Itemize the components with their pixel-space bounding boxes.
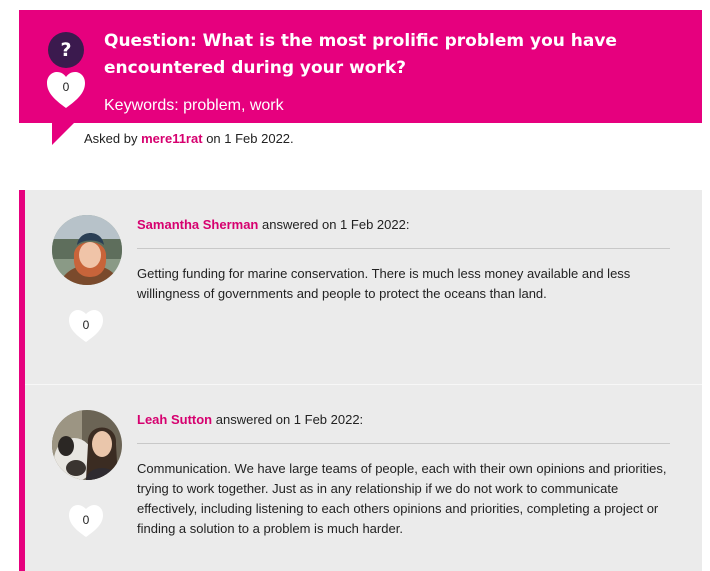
question-mark-icon: ? [48, 32, 84, 68]
answer-header: Leah Sutton answered on 1 Feb 2022: [137, 412, 364, 427]
question-like-button[interactable]: 0 [45, 70, 87, 110]
answer-header: Samantha Sherman answered on 1 Feb 2022: [137, 217, 410, 232]
asker-link[interactable]: mere11rat [141, 131, 202, 146]
answer-text: Communication. We have large teams of pe… [137, 461, 667, 536]
answerer-link[interactable]: Samantha Sherman [137, 217, 258, 232]
question-box: ? 0 Question: What is the most prolific … [19, 10, 702, 123]
answer-item: 0 Leah Sutton answered on 1 Feb 2022: Co… [25, 384, 702, 571]
question-tail [52, 123, 74, 145]
question-title: Question: What is the most prolific prob… [104, 31, 617, 78]
question-keywords: Keywords: problem, work [104, 97, 284, 114]
answerer-link[interactable]: Leah Sutton [137, 412, 212, 427]
asked-by-line: Asked by mere11rat on 1 Feb 2022. [84, 131, 294, 146]
answer-item: 0 Samantha Sherman answered on 1 Feb 202… [25, 190, 702, 384]
avatar[interactable] [52, 410, 122, 480]
answer-like-button[interactable]: 0 [67, 308, 105, 344]
answer-like-count: 0 [82, 513, 90, 527]
answer-like-button[interactable]: 0 [67, 503, 105, 539]
answer-text: Getting funding for marine conservation.… [137, 266, 631, 301]
answers-list: 0 Samantha Sherman answered on 1 Feb 202… [19, 190, 702, 571]
answer-like-count: 0 [82, 318, 90, 332]
avatar[interactable] [52, 215, 122, 285]
divider [137, 248, 670, 249]
question-like-count: 0 [62, 80, 70, 94]
divider [137, 443, 670, 444]
